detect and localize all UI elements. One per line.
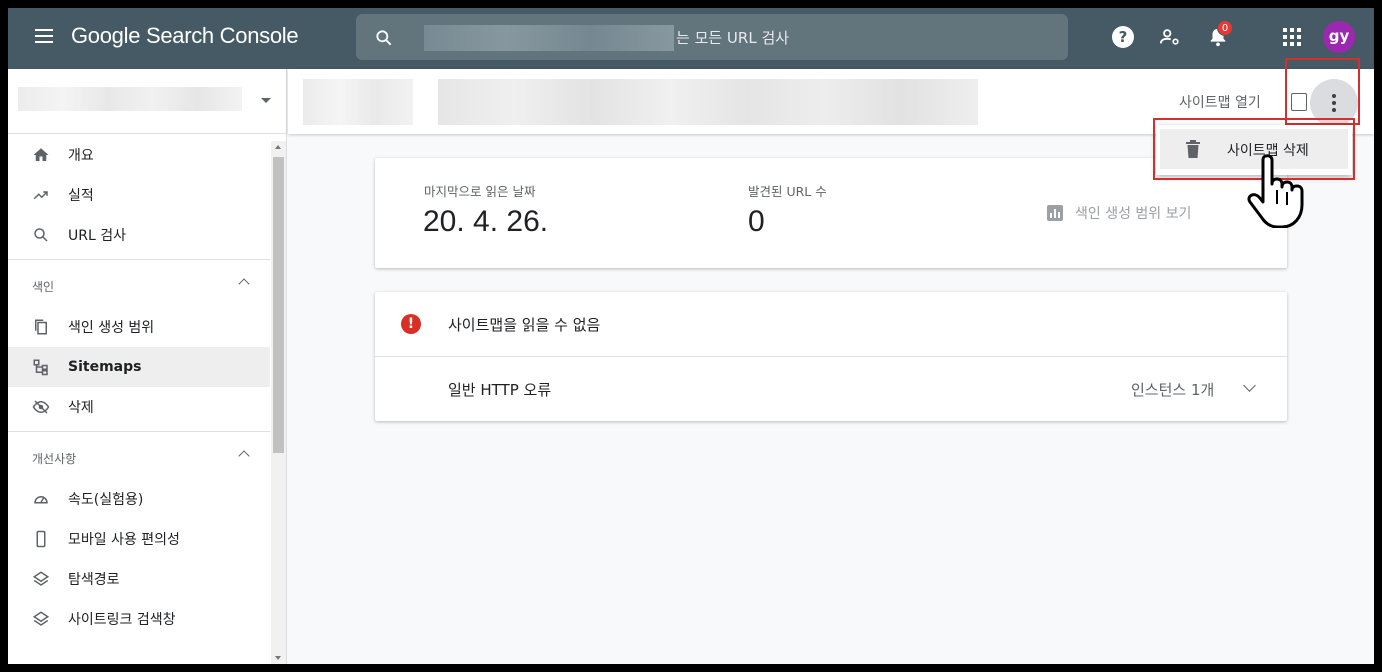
sidebar-item-label: 색인 생성 범위 — [68, 320, 155, 336]
property-name-redacted — [18, 87, 242, 111]
url-inspection-search[interactable]: 는 모든 URL 검사 — [356, 14, 1068, 60]
property-selector[interactable] — [8, 69, 287, 134]
sidebar-nav: 개요 실적 URL 검사 색인 색인 생성 범위 Sitemaps 삭제 개선사… — [8, 135, 270, 639]
sidebar-item-breadcrumbs[interactable]: 탐색경로 — [8, 559, 270, 599]
search-icon — [376, 30, 392, 46]
speed-icon — [34, 496, 48, 504]
chevron-down-icon[interactable] — [1243, 379, 1256, 392]
sidebar-item-sitemaps[interactable]: Sitemaps — [8, 347, 270, 387]
layers-icon — [32, 611, 50, 626]
search-placeholder: 는 모든 URL 검사 — [676, 29, 790, 47]
dropdown-caret-icon — [261, 98, 271, 103]
notification-count-badge: 0 — [1217, 20, 1233, 36]
section-label: 개선사항 — [32, 452, 77, 466]
error-icon: ! — [401, 314, 421, 334]
home-icon — [33, 148, 49, 161]
trending-up-icon — [33, 191, 48, 200]
chevron-up-icon — [238, 278, 250, 290]
visibility-off-icon — [32, 400, 50, 414]
sitemap-summary-card: 마지막으로 읽은 날짜 20. 4. 26. 발견된 URL 수 0 색인 생성… — [375, 158, 1287, 268]
apps-grid-icon[interactable] — [1283, 28, 1301, 46]
sidebar-item-speed[interactable]: 속도(실험용) — [8, 479, 270, 519]
last-read-label: 마지막으로 읽은 날짜 — [424, 184, 536, 199]
last-read-value: 20. 4. 26. — [423, 205, 549, 238]
chevron-up-icon — [238, 450, 250, 462]
sidebar-item-overview[interactable]: 개요 — [8, 135, 270, 175]
sidebar-item-label: 개요 — [68, 148, 94, 164]
error-row-count: 인스턴스 1개 — [1131, 381, 1215, 399]
sidebar-scrollbar[interactable] — [271, 141, 286, 664]
sitemap-errors-card: ! 사이트맵을 읽을 수 없음 일반 HTTP 오류 인스턴스 1개 — [375, 292, 1287, 421]
open-sitemap-link[interactable]: 사이트맵 열기 — [1179, 92, 1261, 112]
sidebar-item-url-inspection[interactable]: URL 검사 — [8, 215, 270, 255]
view-coverage-link[interactable]: 색인 생성 범위 보기 — [1075, 203, 1191, 223]
section-label: 색인 — [32, 280, 55, 294]
scroll-down-arrow-icon[interactable] — [275, 656, 281, 660]
top-app-bar: Google Search Console 는 모든 URL 검사 ? 0 gy — [8, 8, 1374, 69]
section-index-header[interactable]: 색인 — [8, 259, 270, 307]
sidebar: 개요 실적 URL 검사 색인 색인 생성 범위 Sitemaps 삭제 개선사… — [8, 69, 287, 664]
scroll-thumb[interactable] — [273, 157, 284, 453]
hand-pointer-cursor-icon — [1247, 154, 1304, 228]
sidebar-item-label: 속도(실험용) — [68, 492, 144, 508]
sidebar-item-performance[interactable]: 실적 — [8, 175, 270, 215]
back-button-redacted — [303, 79, 413, 125]
layers-icon — [32, 571, 50, 586]
sidebar-item-mobile-usability[interactable]: 모바일 사용 편의성 — [8, 519, 270, 559]
manage-users-icon[interactable] — [1159, 26, 1181, 48]
divider — [375, 356, 1287, 357]
section-enhancements-header[interactable]: 개선사항 — [8, 431, 270, 479]
sitemap-icon — [33, 359, 48, 376]
sidebar-item-removals[interactable]: 삭제 — [8, 387, 270, 427]
account-avatar[interactable]: gy — [1323, 21, 1355, 53]
browser-viewport: Google Search Console 는 모든 URL 검사 ? 0 gy… — [8, 8, 1374, 664]
copy-icon — [35, 319, 47, 335]
search-icon — [34, 228, 48, 242]
error-title: 사이트맵을 읽을 수 없음 — [448, 316, 601, 334]
bar-chart-icon — [1047, 205, 1063, 221]
sidebar-item-label: 탐색경로 — [68, 572, 120, 588]
app-logo: Google Search Console — [71, 23, 299, 48]
error-row-label[interactable]: 일반 HTTP 오류 — [448, 379, 551, 400]
sidebar-item-coverage[interactable]: 색인 생성 범위 — [8, 307, 270, 347]
search-redacted-text — [424, 25, 674, 51]
highlight-box-more-button — [1285, 58, 1360, 125]
hamburger-menu-icon[interactable] — [35, 29, 53, 43]
discovered-urls-value: 0 — [748, 205, 765, 238]
scroll-up-arrow-icon[interactable] — [275, 145, 281, 149]
sidebar-item-label: 실적 — [68, 188, 94, 204]
phone-icon — [36, 530, 46, 548]
sidebar-item-label: URL 검사 — [68, 228, 126, 244]
sidebar-item-label: 모바일 사용 편의성 — [68, 532, 180, 548]
sitemap-url-redacted — [438, 79, 978, 125]
sidebar-item-label: Sitemaps — [68, 359, 142, 375]
sidebar-item-sitelinks-searchbox[interactable]: 사이트링크 검색창 — [8, 599, 270, 639]
sidebar-item-label: 사이트링크 검색창 — [68, 612, 176, 628]
help-icon[interactable]: ? — [1112, 26, 1134, 48]
sidebar-item-label: 삭제 — [68, 400, 94, 416]
discovered-urls-label: 발견된 URL 수 — [748, 184, 827, 199]
